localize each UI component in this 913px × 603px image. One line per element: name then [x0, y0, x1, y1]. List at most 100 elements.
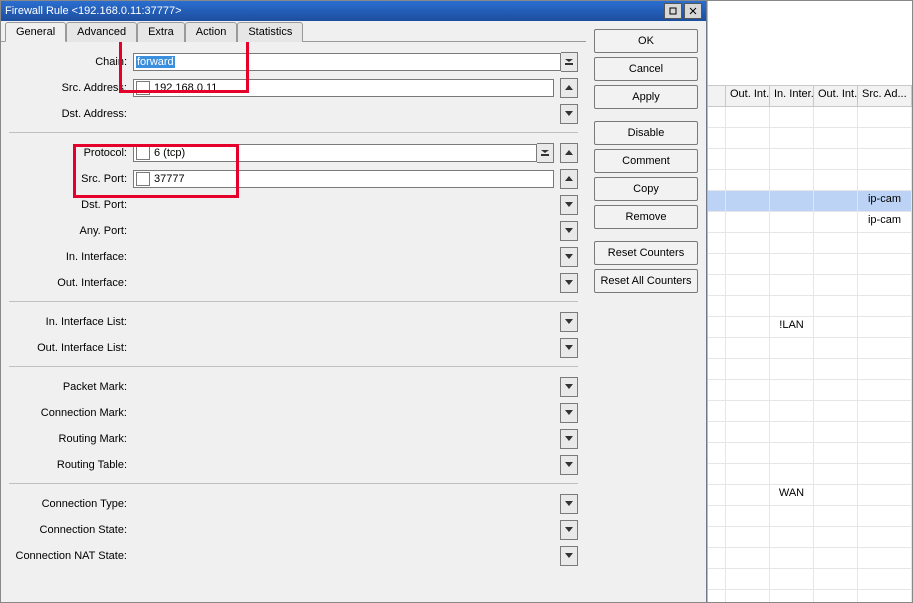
disable-button[interactable]: Disable	[594, 121, 698, 145]
table-cell	[814, 464, 858, 484]
connection-type-expand-icon[interactable]	[560, 494, 578, 514]
table-cell	[708, 170, 726, 190]
table-cell	[770, 527, 814, 547]
routing-mark-expand-icon[interactable]	[560, 429, 578, 449]
table-cell: !LAN	[770, 317, 814, 337]
protocol-not-checkbox[interactable]	[136, 146, 150, 160]
grid-header-col[interactable]: Out. Int...	[726, 86, 770, 106]
window-close-button[interactable]	[684, 3, 702, 19]
table-row[interactable]	[708, 443, 912, 464]
table-cell	[858, 338, 912, 358]
table-row[interactable]: ip-cam	[708, 212, 912, 233]
table-row[interactable]	[708, 401, 912, 422]
window-titlebar[interactable]: Firewall Rule <192.168.0.11:37777>	[1, 1, 706, 21]
table-row[interactable]	[708, 128, 912, 149]
table-row[interactable]	[708, 380, 912, 401]
table-cell	[814, 149, 858, 169]
any-port-expand-icon[interactable]	[560, 221, 578, 241]
window-restore-button[interactable]	[664, 3, 682, 19]
background-grid: Out. Int... In. Inter... Out. Int... Src…	[707, 1, 912, 602]
table-cell	[814, 443, 858, 463]
protocol-collapse-icon[interactable]	[560, 143, 578, 163]
src-address-input[interactable]: 192.168.0.11	[133, 79, 554, 97]
table-cell	[708, 485, 726, 505]
cancel-button[interactable]: Cancel	[594, 57, 698, 81]
table-row[interactable]	[708, 548, 912, 569]
tab-statistics[interactable]: Statistics	[237, 22, 303, 42]
table-cell	[770, 569, 814, 589]
table-row[interactable]: WAN	[708, 485, 912, 506]
connection-nat-state-expand-icon[interactable]	[560, 546, 578, 566]
copy-button[interactable]: Copy	[594, 177, 698, 201]
table-row[interactable]	[708, 338, 912, 359]
grid-header-col[interactable]: Src. Ad...	[858, 86, 912, 106]
table-row[interactable]	[708, 149, 912, 170]
tab-general[interactable]: General	[5, 22, 66, 42]
table-cell	[858, 170, 912, 190]
src-address-collapse-icon[interactable]	[560, 78, 578, 98]
table-row[interactable]: !LAN	[708, 317, 912, 338]
table-cell	[858, 107, 912, 127]
reset-all-counters-button[interactable]: Reset All Counters	[594, 269, 698, 293]
tab-action[interactable]: Action	[185, 22, 238, 42]
table-row[interactable]	[708, 506, 912, 527]
table-row[interactable]	[708, 590, 912, 602]
table-cell	[770, 464, 814, 484]
table-cell	[726, 548, 770, 568]
in-interface-list-expand-icon[interactable]	[560, 312, 578, 332]
table-cell	[708, 506, 726, 526]
table-cell	[770, 590, 814, 602]
protocol-input[interactable]: 6 (tcp)	[133, 144, 537, 162]
src-port-input[interactable]: 37777	[133, 170, 554, 188]
table-cell	[858, 296, 912, 316]
table-cell	[858, 149, 912, 169]
src-port-not-checkbox[interactable]	[136, 172, 150, 186]
table-row[interactable]	[708, 422, 912, 443]
out-interface-expand-icon[interactable]	[560, 273, 578, 293]
table-cell	[708, 338, 726, 358]
table-cell	[814, 548, 858, 568]
table-row[interactable]	[708, 464, 912, 485]
tab-extra[interactable]: Extra	[137, 22, 185, 42]
label-chain: Chain:	[9, 56, 133, 68]
label-src-port: Src. Port:	[9, 173, 133, 185]
connection-state-expand-icon[interactable]	[560, 520, 578, 540]
chain-dropdown-icon[interactable]	[561, 52, 578, 72]
grid-body[interactable]: ip-camip-cam !LAN WAN	[708, 107, 912, 602]
table-row[interactable]	[708, 275, 912, 296]
in-interface-expand-icon[interactable]	[560, 247, 578, 267]
table-row[interactable]	[708, 569, 912, 590]
table-row[interactable]	[708, 170, 912, 191]
table-cell	[708, 401, 726, 421]
tab-advanced[interactable]: Advanced	[66, 22, 137, 42]
chain-input[interactable]: forward	[133, 53, 561, 71]
src-port-collapse-icon[interactable]	[560, 169, 578, 189]
table-cell	[726, 443, 770, 463]
out-interface-list-expand-icon[interactable]	[560, 338, 578, 358]
grid-header[interactable]: Out. Int... In. Inter... Out. Int... Src…	[708, 85, 912, 107]
src-address-not-checkbox[interactable]	[136, 81, 150, 95]
grid-header-col[interactable]: In. Inter...	[770, 86, 814, 106]
table-row[interactable]	[708, 107, 912, 128]
table-cell	[726, 506, 770, 526]
table-row[interactable]: ip-cam	[708, 191, 912, 212]
remove-button[interactable]: Remove	[594, 205, 698, 229]
ok-button[interactable]: OK	[594, 29, 698, 53]
table-cell	[858, 527, 912, 547]
dst-address-expand-icon[interactable]	[560, 104, 578, 124]
table-row[interactable]	[708, 233, 912, 254]
table-row[interactable]	[708, 359, 912, 380]
table-row[interactable]	[708, 254, 912, 275]
apply-button[interactable]: Apply	[594, 85, 698, 109]
comment-button[interactable]: Comment	[594, 149, 698, 173]
packet-mark-expand-icon[interactable]	[560, 377, 578, 397]
reset-counters-button[interactable]: Reset Counters	[594, 241, 698, 265]
table-cell	[726, 569, 770, 589]
connection-mark-expand-icon[interactable]	[560, 403, 578, 423]
table-row[interactable]	[708, 296, 912, 317]
grid-header-col[interactable]: Out. Int...	[814, 86, 858, 106]
dst-port-expand-icon[interactable]	[560, 195, 578, 215]
routing-table-expand-icon[interactable]	[560, 455, 578, 475]
protocol-dropdown-icon[interactable]	[537, 143, 554, 163]
table-row[interactable]	[708, 527, 912, 548]
